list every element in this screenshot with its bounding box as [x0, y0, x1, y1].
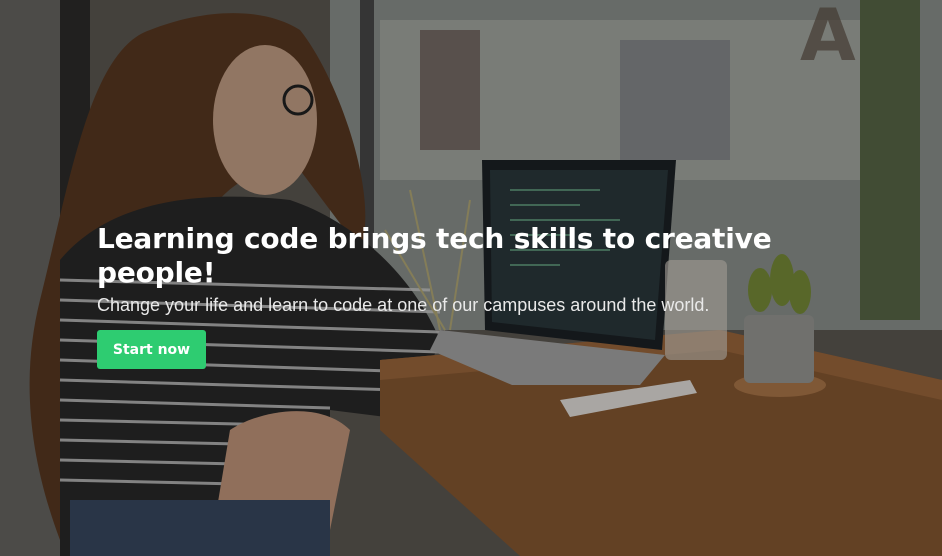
hero-section: A Learning code brings tech skills to cr… [0, 0, 942, 556]
start-now-button[interactable]: Start now [97, 330, 206, 369]
hero-subtitle: Change your life and learn to code at on… [97, 295, 710, 315]
hero-content: Learning code brings tech skills to crea… [97, 222, 827, 369]
hero-headline: Learning code brings tech skills to crea… [97, 222, 772, 289]
